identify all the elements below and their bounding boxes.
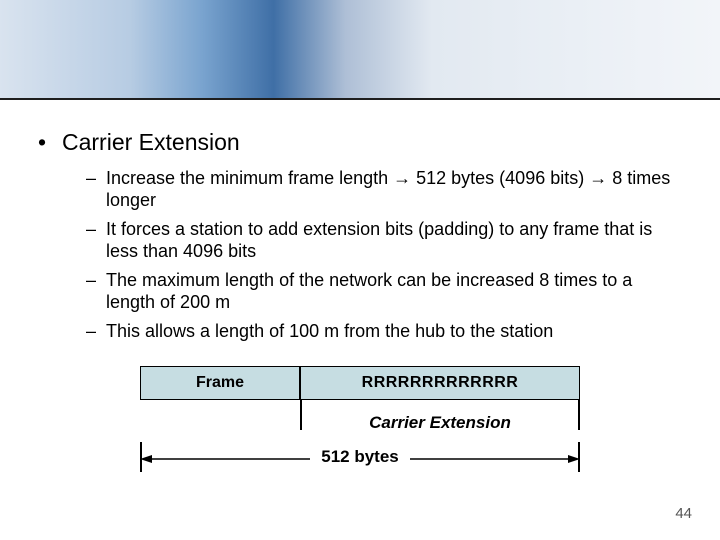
slide-content: • Carrier Extension – Increase the minim… — [0, 100, 720, 400]
bullet-text: Increase the minimum frame length → 512 … — [106, 167, 682, 212]
list-item: – This allows a length of 100 m from the… — [86, 320, 682, 343]
header-decoration — [0, 0, 720, 100]
frame-diagram: Frame RRRRRRRRRRRRR Carrier Extension 51… — [140, 366, 580, 400]
slide-title: Carrier Extension — [62, 128, 240, 157]
bracket-bar-left — [300, 400, 302, 430]
bullet-text: It forces a station to add extension bit… — [106, 218, 682, 263]
diagram-boxes: Frame RRRRRRRRRRRRR — [140, 366, 580, 400]
extension-box: RRRRRRRRRRRRR — [300, 366, 580, 400]
extension-label: Carrier Extension — [369, 412, 511, 433]
dash-icon: – — [86, 320, 106, 343]
bracket-bar-right — [578, 400, 580, 430]
total-length-arrow: 512 bytes — [140, 444, 580, 470]
main-bullet: • Carrier Extension — [38, 128, 682, 157]
page-number: 44 — [675, 505, 692, 522]
frame-box: Frame — [140, 366, 300, 400]
bullet-dot: • — [38, 128, 62, 157]
total-length-label: 512 bytes — [310, 446, 410, 467]
slide: • Carrier Extension – Increase the minim… — [0, 0, 720, 540]
list-item: – It forces a station to add extension b… — [86, 218, 682, 263]
dash-icon: – — [86, 218, 106, 263]
dash-icon: – — [86, 167, 106, 212]
bullet-text: The maximum length of the network can be… — [106, 269, 682, 314]
list-item: – The maximum length of the network can … — [86, 269, 682, 314]
list-item: – Increase the minimum frame length → 51… — [86, 167, 682, 212]
bullet-text: This allows a length of 100 m from the h… — [106, 320, 682, 343]
sub-bullet-list: – Increase the minimum frame length → 51… — [86, 167, 682, 343]
extension-bracket: Carrier Extension — [300, 406, 580, 433]
dash-icon: – — [86, 269, 106, 314]
